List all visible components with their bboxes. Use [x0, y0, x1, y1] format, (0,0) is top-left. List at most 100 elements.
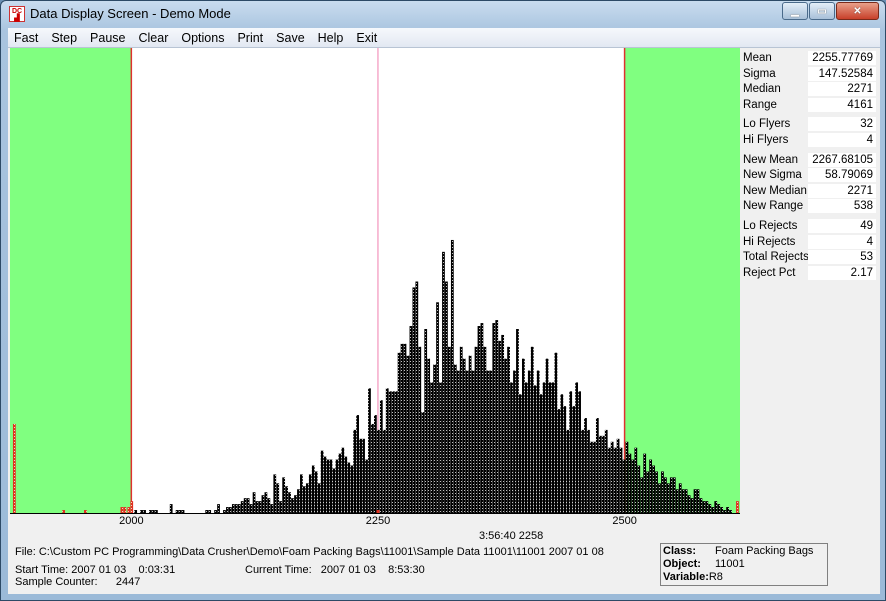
histogram-bar: [255, 501, 259, 513]
stat-label: Hi Flyers: [743, 133, 789, 146]
histogram-bar: [598, 435, 602, 513]
histogram-bar: [613, 447, 617, 513]
histogram-bar: [699, 498, 703, 513]
histogram-bar: [595, 418, 599, 513]
histogram-bar: [356, 415, 360, 513]
histogram-bar: [569, 391, 573, 513]
histogram-bar: [539, 394, 543, 513]
stat-row: Range 4161: [742, 97, 878, 114]
variable-label: Variable:: [663, 571, 709, 583]
histogram-bar: [379, 400, 383, 513]
histogram-bar: [640, 477, 644, 513]
histogram-bar: [474, 346, 478, 513]
histogram-bar: [450, 239, 454, 513]
high-reject-zone: [624, 48, 740, 513]
stat-row: Lo Flyers 32: [742, 117, 878, 133]
histogram-bar: [436, 302, 439, 513]
histogram-bar: [729, 510, 732, 513]
histogram-bar: [300, 474, 303, 513]
histogram-bar: [217, 504, 220, 513]
histogram-bar: [524, 382, 528, 513]
menu-print[interactable]: Print: [237, 31, 263, 45]
histogram-bar: [332, 468, 336, 513]
histogram-bar: [362, 438, 365, 513]
lo-flyer-bar: [62, 510, 66, 513]
histogram-bar: [548, 382, 552, 513]
histogram-bar: [297, 489, 300, 513]
histogram-bar: [667, 483, 670, 513]
histogram-bar: [234, 504, 238, 513]
close-icon: ✕: [853, 5, 862, 17]
close-button[interactable]: ✕: [836, 2, 879, 20]
stat-row: New Range 538: [742, 199, 878, 215]
histogram-bar: [625, 441, 629, 513]
histogram-bar: [607, 447, 611, 513]
histogram-bar: [406, 355, 410, 513]
stat-value: 4: [808, 234, 876, 249]
histogram-bar: [353, 429, 357, 513]
menu-clear[interactable]: Clear: [138, 31, 168, 45]
histogram-bar: [237, 504, 241, 513]
stat-value: 49: [808, 218, 876, 233]
stat-row: Sigma 147.52584: [742, 66, 878, 83]
menu-exit[interactable]: Exit: [356, 31, 377, 45]
histogram-bar: [604, 429, 608, 513]
histogram-bar: [258, 501, 262, 513]
title-bar[interactable]: DC ▟ Data Display Screen - Demo Mode ▁ ▭ …: [1, 1, 885, 27]
lo-flyer-bar: [83, 510, 87, 513]
histogram-bar: [507, 346, 510, 513]
histogram-bar: [226, 507, 229, 513]
menu-step[interactable]: Step: [51, 31, 77, 45]
histogram-bar: [681, 489, 685, 513]
histogram-bar: [587, 429, 590, 513]
histogram-plot[interactable]: [10, 48, 740, 514]
menu-pause[interactable]: Pause: [90, 31, 125, 45]
maximize-button[interactable]: ▭: [809, 2, 835, 20]
class-label: Class:: [663, 545, 697, 557]
histogram-bar: [498, 340, 502, 513]
menu-fast[interactable]: Fast: [14, 31, 38, 45]
histogram-bar: [427, 358, 431, 513]
histogram-bar: [439, 382, 442, 513]
lo-flyer-bar: [123, 507, 127, 513]
histogram-bar: [388, 391, 392, 513]
histogram-bar: [240, 501, 244, 513]
histogram-bar: [412, 287, 416, 513]
histogram-bar: [347, 462, 351, 513]
menu-options[interactable]: Options: [181, 31, 224, 45]
histogram-bar: [267, 498, 271, 513]
histogram-bar: [314, 471, 318, 513]
histogram-bar: [302, 486, 306, 513]
histogram-bar: [385, 388, 389, 513]
histogram-bar: [708, 504, 712, 513]
histogram-bar: [557, 409, 561, 513]
current-time: Current Time: 2007 01 03 8:53:30: [245, 564, 425, 576]
histogram-bar: [501, 334, 505, 513]
histogram-bar: [652, 465, 655, 513]
class-value: Foam Packing Bags: [715, 545, 814, 557]
histogram-bar: [140, 510, 143, 513]
histogram-bar: [637, 465, 641, 513]
stat-label: Mean: [743, 52, 772, 64]
histogram-bar: [554, 352, 558, 513]
histogram-bar: [661, 471, 664, 513]
histogram-bar: [374, 415, 377, 513]
menu-save[interactable]: Save: [276, 31, 305, 45]
histogram-bar: [675, 489, 679, 513]
dc-app-icon[interactable]: DC ▟: [9, 6, 25, 22]
menu-help[interactable]: Help: [318, 31, 344, 45]
histogram-bar: [311, 465, 315, 513]
histogram-bar: [418, 346, 422, 513]
histogram-bar: [542, 382, 546, 513]
histogram-bar: [581, 429, 584, 513]
stat-label: Hi Rejects: [743, 235, 796, 248]
histogram-bar: [483, 346, 487, 513]
histogram-bar: [291, 498, 294, 513]
minimize-button[interactable]: ▁: [782, 2, 808, 20]
histogram-bar: [376, 429, 380, 513]
histogram-bar: [566, 429, 570, 513]
histogram-bar: [658, 483, 661, 513]
histogram-bar: [533, 385, 537, 513]
histogram-bar: [181, 510, 185, 513]
histogram-bar: [344, 456, 348, 513]
